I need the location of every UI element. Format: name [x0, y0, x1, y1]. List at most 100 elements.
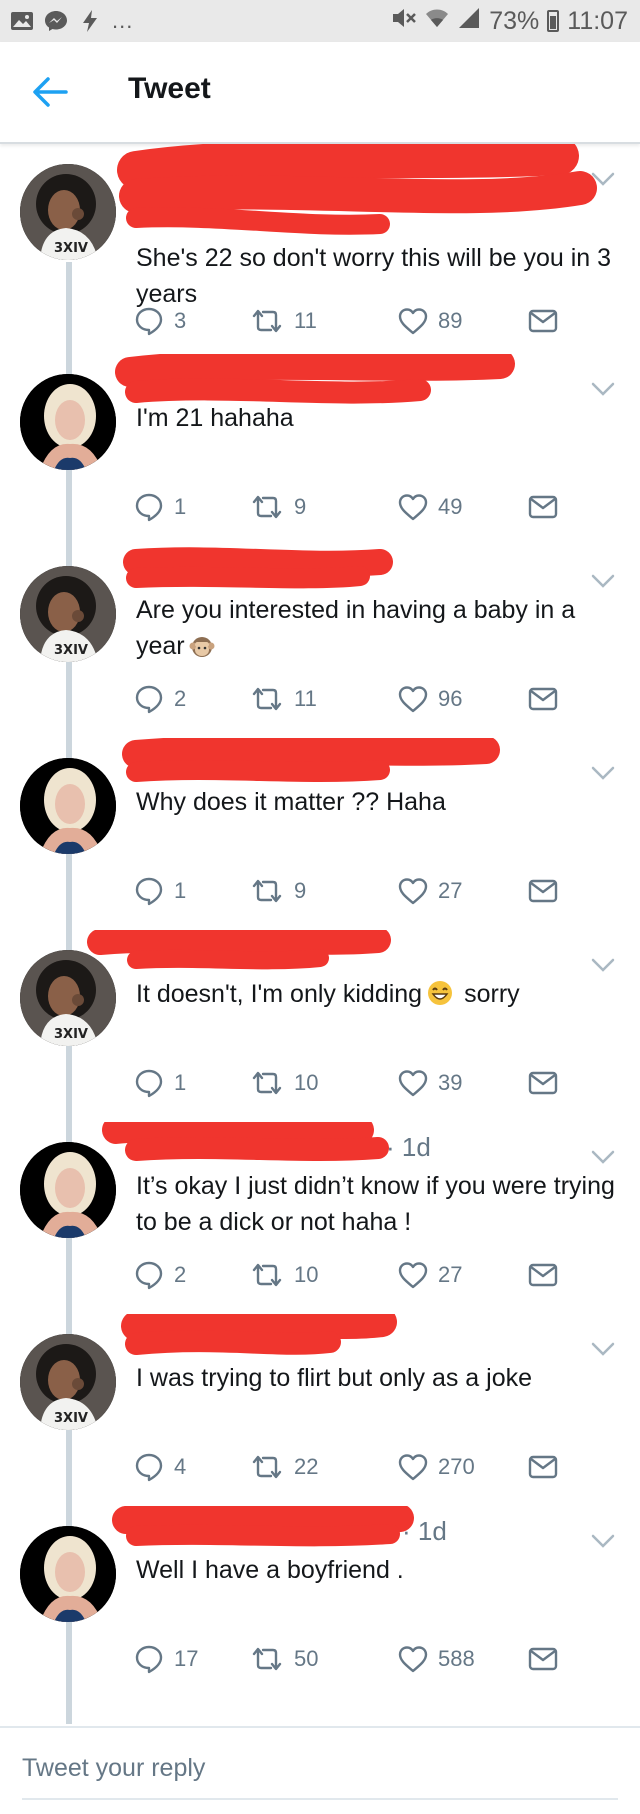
retweet-button[interactable]: 10	[250, 1258, 318, 1292]
retweet-icon	[250, 1646, 284, 1672]
chevron-down-icon[interactable]	[590, 956, 616, 974]
reply-composer[interactable]: Tweet your reply	[0, 1726, 640, 1814]
reply-button[interactable]: 2	[134, 1258, 186, 1292]
like-icon	[398, 1645, 428, 1673]
redaction-stroke	[115, 354, 515, 387]
retweet-icon	[250, 494, 284, 520]
battery-icon	[547, 10, 560, 32]
chevron-down-icon[interactable]	[590, 380, 616, 398]
avatar[interactable]: 3XIV	[20, 164, 116, 260]
status-bar: ... 73% 11:07	[0, 0, 640, 42]
svg-text:3XIV: 3XIV	[54, 241, 88, 256]
back-arrow-icon[interactable]	[30, 74, 70, 110]
signal-icon	[457, 7, 481, 36]
tweet[interactable]: Why does it matter ?? Haha 1 9 27	[0, 738, 640, 930]
like-count: 27	[438, 878, 463, 903]
avatar[interactable]	[20, 374, 116, 470]
like-button[interactable]: 96	[398, 682, 462, 716]
like-button[interactable]: 270	[398, 1450, 475, 1484]
reply-input[interactable]: Tweet your reply	[22, 1754, 205, 1783]
like-button[interactable]: 89	[398, 304, 462, 338]
svg-text:3XIV: 3XIV	[54, 643, 88, 658]
like-icon	[398, 685, 428, 713]
avatar[interactable]: 3XIV	[20, 1334, 116, 1430]
retweet-button[interactable]: 9	[250, 874, 306, 908]
like-button[interactable]: 27	[398, 1258, 462, 1292]
mute-icon	[391, 7, 417, 36]
reply-button[interactable]: 1	[134, 1066, 186, 1100]
retweet-button[interactable]: 50	[250, 1642, 318, 1676]
direct-message-button[interactable]	[528, 874, 558, 908]
tweet-actions: 2 11 96	[134, 682, 574, 716]
like-button[interactable]: 39	[398, 1066, 462, 1100]
retweet-button[interactable]: 11	[250, 304, 317, 338]
reply-button[interactable]: 1	[134, 490, 186, 524]
avatar[interactable]	[20, 1526, 116, 1622]
app-header: Tweet	[0, 42, 640, 144]
envelope-icon	[528, 494, 558, 520]
reply-icon	[134, 1068, 164, 1098]
retweet-button[interactable]: 10	[250, 1066, 318, 1100]
tweet[interactable]: 3XIV It doesn't, I'm only kidding sorry 1 1…	[0, 930, 640, 1122]
tweet[interactable]: · 1d It’s okay I just didn’t know if you …	[0, 1122, 640, 1314]
direct-message-button[interactable]	[528, 1450, 558, 1484]
tweet-body: It’s okay I just didn’t know if you were…	[136, 1172, 615, 1236]
chevron-down-icon[interactable]	[590, 170, 616, 188]
chevron-down-icon[interactable]	[590, 1532, 616, 1550]
tweet-text: She's 22 so don't worry this will be you…	[136, 240, 626, 312]
chevron-down-icon[interactable]	[590, 572, 616, 590]
direct-message-button[interactable]	[528, 1258, 558, 1292]
retweet-icon	[250, 1454, 284, 1480]
like-button[interactable]: 49	[398, 490, 462, 524]
retweet-count: 9	[294, 494, 307, 519]
direct-message-button[interactable]	[528, 1642, 558, 1676]
retweet-icon	[250, 686, 284, 712]
tweet[interactable]: I'm 21 hahaha 1 9 49	[0, 354, 640, 546]
reply-button[interactable]: 17	[134, 1642, 198, 1676]
chevron-down-icon[interactable]	[590, 1340, 616, 1358]
like-icon	[398, 1453, 428, 1481]
direct-message-button[interactable]	[528, 1066, 558, 1100]
retweet-button[interactable]: 9	[250, 490, 306, 524]
flash-icon	[78, 10, 102, 32]
retweet-button[interactable]: 22	[250, 1450, 318, 1484]
reply-count: 17	[174, 1646, 199, 1671]
image-icon	[10, 10, 34, 32]
like-button[interactable]: 27	[398, 874, 462, 908]
redaction-stroke	[122, 738, 500, 768]
svg-text:3XIV: 3XIV	[54, 1411, 88, 1426]
tweet-body: I was trying to flirt but only as a joke	[136, 1364, 533, 1392]
reply-icon	[134, 684, 164, 714]
retweet-icon	[250, 878, 284, 904]
reply-button[interactable]: 3	[134, 304, 186, 338]
avatar[interactable]: 3XIV	[20, 950, 116, 1046]
direct-message-button[interactable]	[528, 490, 558, 524]
chevron-down-icon[interactable]	[590, 1148, 616, 1166]
retweet-count: 10	[294, 1262, 319, 1287]
avatar[interactable]: 3XIV	[20, 566, 116, 662]
tweet-text: I was trying to flirt but only as a joke	[136, 1360, 626, 1396]
avatar[interactable]	[20, 758, 116, 854]
direct-message-button[interactable]	[528, 682, 558, 716]
reply-count: 2	[174, 686, 187, 711]
tweet-time: · 1d	[402, 1516, 447, 1546]
reply-button[interactable]: 4	[134, 1450, 186, 1484]
like-button[interactable]: 588	[398, 1642, 475, 1676]
chevron-down-icon[interactable]	[590, 764, 616, 782]
reply-button[interactable]: 2	[134, 682, 186, 716]
tweet[interactable]: 3XIV She's 22 so don't worry this will b…	[0, 144, 640, 354]
retweet-count: 9	[294, 878, 307, 903]
avatar[interactable]	[20, 1142, 116, 1238]
reply-button[interactable]: 1	[134, 874, 186, 908]
reply-count: 1	[174, 1070, 187, 1095]
envelope-icon	[528, 878, 558, 904]
retweet-button[interactable]: 11	[250, 682, 317, 716]
redaction-stroke	[125, 1330, 341, 1355]
like-count: 27	[438, 1262, 463, 1287]
tweet[interactable]: 3XIV Are you interested in having a baby…	[0, 546, 640, 738]
retweet-icon	[250, 1262, 284, 1288]
tweet[interactable]: 3XIV I was trying to flirt but only as a…	[0, 1314, 640, 1506]
tweet[interactable]: · 1d Well I have a boyfriend . 17 50 588	[0, 1506, 640, 1724]
direct-message-button[interactable]	[528, 304, 558, 338]
reply-count: 2	[174, 1262, 187, 1287]
